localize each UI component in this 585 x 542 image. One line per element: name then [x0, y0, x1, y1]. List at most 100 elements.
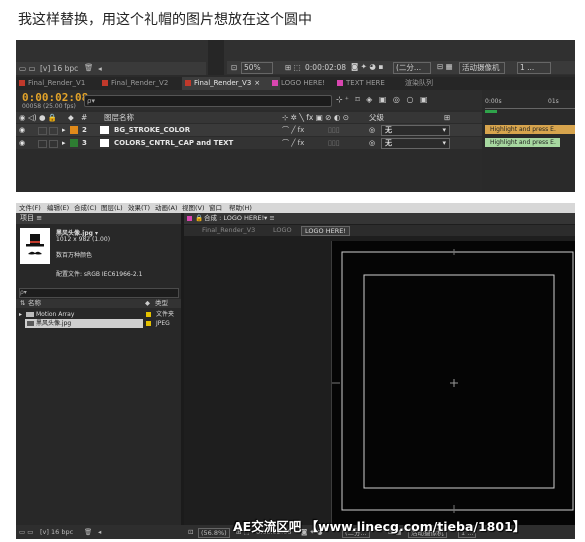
file-colors: 数百万种颜色: [56, 252, 93, 259]
region-icon[interactable]: ⊟ ▦: [437, 62, 453, 71]
label-color-swatch[interactable]: [70, 139, 78, 147]
layer-row[interactable]: ◉ ▸ 3 COLORS_CNTRL_CAP and TEXT ⌒ ╱ fx ▯…: [16, 137, 482, 149]
tab-final-render-v2[interactable]: Final_Render_V2: [99, 77, 193, 90]
layer-number: 3: [82, 139, 87, 147]
fast-preview-icon[interactable]: ⊡: [188, 525, 193, 539]
composition-canvas[interactable]: [331, 241, 575, 526]
snapshot-icon[interactable]: ◙ ✦ ◕ ▪: [351, 62, 383, 71]
camera-dropdown[interactable]: 活动摄像机: [459, 62, 505, 74]
tab-render-queue[interactable]: 渲染队列: [393, 77, 455, 90]
trash-icon[interactable]: 🗑: [84, 63, 94, 72]
menu-edit[interactable]: 编辑(E): [47, 203, 69, 213]
label-color-swatch[interactable]: [146, 312, 151, 317]
lock-icon[interactable]: 🔒: [195, 213, 203, 224]
project-search-input[interactable]: ρ▾: [19, 288, 179, 298]
menu-help[interactable]: 帮助(H): [229, 203, 252, 213]
bpc-icon[interactable]: ▭ ▭: [19, 525, 33, 539]
label-color-swatch[interactable]: [146, 321, 151, 326]
trash-icon[interactable]: 🗑: [84, 525, 92, 539]
bpc-label[interactable]: [v] 16 bpc: [40, 64, 78, 73]
chevron-down-icon[interactable]: ▾ ≡: [264, 213, 275, 224]
breadcrumb-item[interactable]: LOGO: [273, 225, 292, 236]
layer-number: 2: [82, 126, 87, 134]
breadcrumb: Final_Render_V3 LOGO LOGO HERE!: [184, 225, 575, 236]
views-dropdown[interactable]: 1 ...: [517, 62, 551, 74]
menu-animation[interactable]: 动画(A): [155, 203, 178, 213]
menu-view[interactable]: 视图(V): [182, 203, 205, 213]
lock-toggle[interactable]: [49, 127, 58, 135]
layer-name[interactable]: BG_STROKE_COLOR: [114, 124, 190, 136]
visibility-icon[interactable]: ◉: [19, 137, 25, 149]
layer-row[interactable]: ◉ ▸ 2 BG_STROKE_COLOR ⌒ ╱ fx ▯▯▯ ◎ 无 ▾: [16, 124, 482, 136]
layer-switches[interactable]: ⌒ ╱ fx: [282, 124, 304, 136]
switch-boxes[interactable]: ▯▯▯: [328, 137, 340, 149]
bpc-icon[interactable]: ▭ ▭: [19, 64, 36, 73]
menu-composition[interactable]: 合成(C): [74, 203, 97, 213]
bpc-label[interactable]: [v] 16 bpc: [40, 525, 73, 539]
menu-layer[interactable]: 图层(L): [101, 203, 123, 213]
sort-icon[interactable]: ⇅: [20, 299, 25, 308]
timeline-screenshot: ▭ ▭ [v] 16 bpc 🗑 ◂ ⊡ 50% ⊞ ⬚ 0:00:02:08 …: [16, 40, 575, 192]
project-list-header: ⇅ 名称 ◆ 类型: [16, 299, 181, 308]
timecode-display[interactable]: 0:00:02:08: [305, 63, 346, 72]
switch-boxes[interactable]: ▯▯▯: [328, 124, 340, 136]
tab-final-render-v1[interactable]: Final_Render_V1: [16, 77, 110, 90]
panel-divider: [208, 40, 224, 75]
menu-bar: 文件(F) 编辑(E) 合成(C) 图层(L) 效果(T) 动画(A) 视图(V…: [16, 203, 575, 213]
pickwhip-icon[interactable]: ◎: [369, 137, 375, 149]
frame-readout: 00058 (25.00 fps): [22, 103, 76, 110]
layer-search-input[interactable]: ρ▾: [84, 95, 332, 107]
column-name[interactable]: 名称: [28, 299, 41, 308]
layer-duration-bar[interactable]: Highlight and press E.: [485, 125, 575, 134]
project-toolbar: ▭ ▭ [v] 16 bpc 🗑 ◂: [16, 62, 206, 75]
top-hat-icon: [26, 234, 44, 255]
chevron-down-icon: ▾: [442, 139, 446, 147]
column-parent[interactable]: 父级: [369, 112, 384, 123]
menu-effect[interactable]: 效果(T): [128, 203, 150, 213]
timeline-switch-icons[interactable]: ⊹⁺ ⌑ ◈ ▣ ◎ ○ ▣: [336, 95, 430, 104]
scroll-left-icon[interactable]: ◂: [98, 525, 101, 539]
column-number: #: [81, 113, 88, 122]
expand-arrow-icon[interactable]: ▸: [62, 124, 66, 136]
layer-name[interactable]: COLORS_CNTRL_CAP and TEXT: [114, 137, 233, 149]
fast-preview-icon[interactable]: ⊡: [231, 63, 237, 72]
file-dimensions: 1012 x 982 (1.00): [56, 236, 111, 243]
zoom-dropdown[interactable]: (56.8%): [198, 528, 230, 538]
zoom-dropdown[interactable]: 50%: [241, 62, 273, 74]
lock-toggle[interactable]: [49, 140, 58, 148]
layer-duration-bar[interactable]: Highlight and press E.: [485, 138, 560, 147]
pickwhip-icon[interactable]: ◎: [369, 124, 375, 136]
project-tab-label: 项目 ≡: [20, 214, 43, 222]
tab-color-swatch: [185, 80, 191, 86]
scroll-left-icon[interactable]: ◂: [98, 64, 102, 73]
list-item[interactable]: ▸ Motion Array 文件夹: [16, 310, 181, 319]
composition-tab[interactable]: 🔒 合成 : LOGO HERE! ▾ ≡: [184, 213, 575, 224]
work-area-bar[interactable]: [485, 110, 497, 113]
breadcrumb-item[interactable]: Final_Render_V3: [202, 225, 255, 236]
tab-color-swatch: [102, 80, 108, 86]
audio-toggle[interactable]: [38, 140, 47, 148]
menu-window[interactable]: 窗口: [209, 203, 222, 213]
layer-switches[interactable]: ⌒ ╱ fx: [282, 137, 304, 149]
expand-arrow-icon[interactable]: ▸: [19, 310, 22, 319]
parent-dropdown[interactable]: 无 ▾: [381, 125, 450, 136]
tab-label: LOGO HERE!: [281, 79, 326, 87]
audio-toggle[interactable]: [38, 127, 47, 135]
resolution-dropdown[interactable]: (二分...: [393, 62, 431, 74]
visibility-icon[interactable]: ◉: [19, 124, 25, 136]
label-color-swatch[interactable]: [70, 126, 78, 134]
grid-icon[interactable]: ⊞ ⬚: [285, 63, 301, 72]
list-item[interactable]: 黑风头像.jpg JPEG: [16, 319, 181, 328]
parent-dropdown[interactable]: 无 ▾: [381, 138, 450, 149]
guides-overlay: [332, 249, 574, 513]
timeline-tabs: Final_Render_V1 Final_Render_V2 Final_Re…: [16, 77, 575, 90]
composition-tab-label: 合成 : LOGO HERE!: [204, 214, 265, 222]
breadcrumb-item[interactable]: LOGO HERE!: [301, 226, 350, 236]
close-icon[interactable]: ×: [254, 79, 260, 87]
project-tab[interactable]: 项目 ≡: [16, 213, 181, 224]
menu-file[interactable]: 文件(F): [19, 203, 41, 213]
expand-arrow-icon[interactable]: ▸: [62, 137, 66, 149]
column-layer-name[interactable]: 图层名称: [104, 112, 134, 123]
tab-final-render-v3[interactable]: Final_Render_V3 ×: [182, 77, 280, 90]
column-type[interactable]: 类型: [155, 299, 168, 308]
